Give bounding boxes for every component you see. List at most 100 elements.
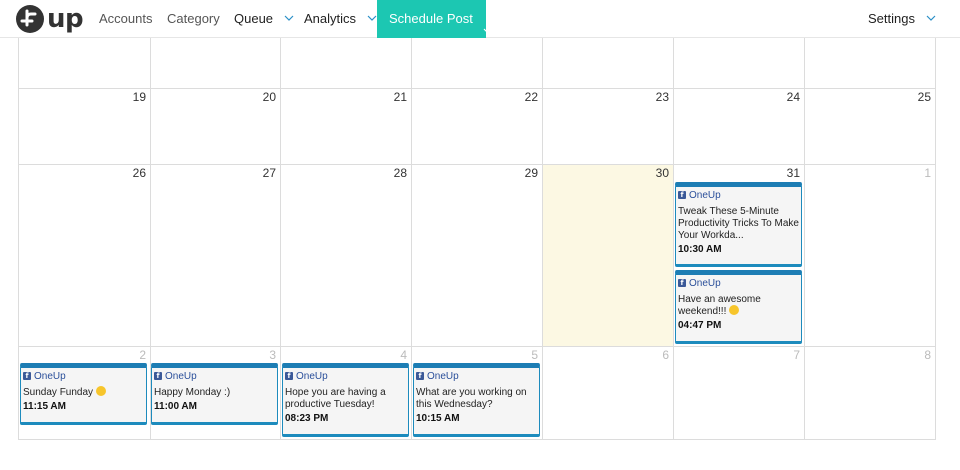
scheduled-post-card[interactable]: f OneUp Tweak These 5-Minute Productivit…: [675, 182, 802, 267]
day-number: 8: [924, 348, 931, 362]
calendar-day[interactable]: 1: [804, 165, 936, 346]
post-text: Have an awesome weekend!!!: [678, 294, 761, 317]
post-account-name: OneUp: [296, 370, 328, 382]
post-account-name: OneUp: [165, 370, 197, 382]
chevron-down-icon: [926, 13, 936, 23]
post-time: 10:30 AM: [678, 244, 722, 255]
post-text: Happy Monday :): [154, 387, 231, 398]
nav-queue-label: Queue: [234, 11, 274, 26]
day-number: 7: [793, 348, 800, 362]
scheduled-post-card[interactable]: f OneUp Have an awesome weekend!!! 04:47…: [675, 270, 802, 344]
facebook-icon: f: [678, 279, 686, 287]
post-text-wrap: Sunday Funday: [23, 386, 144, 399]
day-number: 2: [139, 348, 146, 362]
calendar-grid: 19 20 21 22 23 24 25 26 27 28 29 30 31 1…: [18, 38, 936, 440]
day-number: 24: [786, 90, 800, 104]
calendar-day[interactable]: [150, 38, 280, 88]
nav-accounts-label: Accounts: [99, 11, 153, 26]
oneup-logo[interactable]: up: [16, 4, 84, 34]
scheduled-post-card[interactable]: f OneUp Happy Monday :) 11:00 AM: [151, 363, 278, 425]
post-account-name: OneUp: [34, 370, 66, 382]
calendar-day[interactable]: [673, 38, 804, 88]
calendar-day[interactable]: [411, 38, 542, 88]
schedule-post-button[interactable]: Schedule Post: [377, 0, 493, 38]
day-number: 21: [393, 90, 407, 104]
post-time: 11:15 AM: [23, 401, 66, 412]
calendar-day[interactable]: 19: [18, 89, 150, 164]
schedule-post-label: Schedule Post: [389, 11, 473, 26]
calendar-day[interactable]: 25: [804, 89, 936, 164]
scheduled-post-card[interactable]: f OneUp Sunday Funday 11:15 AM: [20, 363, 147, 425]
logo-text: up: [47, 4, 84, 34]
nav-settings-label: Settings: [868, 11, 915, 26]
post-account: f OneUp: [678, 188, 801, 202]
facebook-icon: f: [285, 372, 293, 380]
calendar-day[interactable]: [542, 38, 673, 88]
post-time: 08:23 PM: [285, 413, 329, 424]
post-account: f OneUp: [678, 276, 801, 290]
post-text: Sunday Funday: [23, 387, 94, 398]
nav-analytics[interactable]: Analytics: [304, 0, 377, 38]
post-account-name: OneUp: [689, 189, 721, 201]
calendar-day[interactable]: 6: [542, 347, 673, 439]
calendar-day[interactable]: 28: [280, 165, 411, 346]
post-time: 11:00 AM: [154, 401, 197, 412]
day-number: 30: [655, 166, 669, 180]
post-account: f OneUp: [285, 369, 408, 383]
post-account: f OneUp: [416, 369, 539, 383]
calendar-day[interactable]: [804, 38, 936, 88]
nav-settings[interactable]: Settings: [868, 0, 936, 38]
smiley-emoji-icon: [95, 386, 106, 397]
logo-mark-icon: [16, 5, 44, 33]
facebook-icon: f: [416, 372, 424, 380]
nav-category[interactable]: Category: [167, 0, 220, 38]
calendar-day[interactable]: 8: [804, 347, 936, 439]
sunglasses-emoji-icon: [729, 305, 740, 316]
day-number: 22: [524, 90, 538, 104]
day-number: 29: [524, 166, 538, 180]
top-navigation: up Accounts Category Queue Analytics Sch…: [0, 0, 960, 38]
calendar-day[interactable]: 22: [411, 89, 542, 164]
post-time: 04:47 PM: [678, 320, 722, 331]
calendar-day[interactable]: 24: [673, 89, 804, 164]
calendar-day[interactable]: 26: [18, 165, 150, 346]
post-account-name: OneUp: [689, 277, 721, 289]
calendar-day[interactable]: 29: [411, 165, 542, 346]
day-number: 1: [924, 166, 931, 180]
chevron-down-icon: [483, 13, 493, 34]
facebook-icon: f: [678, 191, 686, 199]
day-number: 4: [400, 348, 407, 362]
calendar-day[interactable]: 20: [150, 89, 280, 164]
calendar-day[interactable]: 21: [280, 89, 411, 164]
post-account-name: OneUp: [427, 370, 459, 382]
post-account: f OneUp: [23, 369, 146, 383]
day-number: 26: [132, 166, 146, 180]
day-number: 25: [917, 90, 931, 104]
calendar-day-today[interactable]: 30: [542, 165, 673, 346]
calendar-day[interactable]: 7: [673, 347, 804, 439]
calendar-day[interactable]: 27: [150, 165, 280, 346]
day-number: 6: [662, 348, 669, 362]
calendar-week: [18, 38, 936, 89]
scheduled-post-card[interactable]: f OneUp What are you working on this Wed…: [413, 363, 540, 437]
calendar-day[interactable]: 23: [542, 89, 673, 164]
chevron-down-icon: [367, 13, 377, 23]
scheduled-post-card[interactable]: f OneUp Hope you are having a productive…: [282, 363, 409, 437]
nav-analytics-label: Analytics: [304, 11, 357, 26]
chevron-down-icon: [284, 13, 294, 23]
calendar-day[interactable]: [280, 38, 411, 88]
day-number: 20: [262, 90, 276, 104]
calendar-week: 19 20 21 22 23 24 25: [18, 89, 936, 165]
calendar-day[interactable]: [18, 38, 150, 88]
post-account: f OneUp: [154, 369, 277, 383]
day-number: 5: [531, 348, 538, 362]
nav-category-label: Category: [167, 11, 220, 26]
day-number: 28: [393, 166, 407, 180]
day-number: 23: [655, 90, 669, 104]
day-number: 3: [269, 348, 276, 362]
post-text-wrap: Have an awesome weekend!!!: [678, 294, 799, 318]
nav-accounts[interactable]: Accounts: [99, 0, 152, 38]
nav-queue[interactable]: Queue: [234, 0, 294, 38]
day-number: 31: [786, 166, 800, 180]
post-text: What are you working on this Wednesday?: [416, 387, 527, 410]
